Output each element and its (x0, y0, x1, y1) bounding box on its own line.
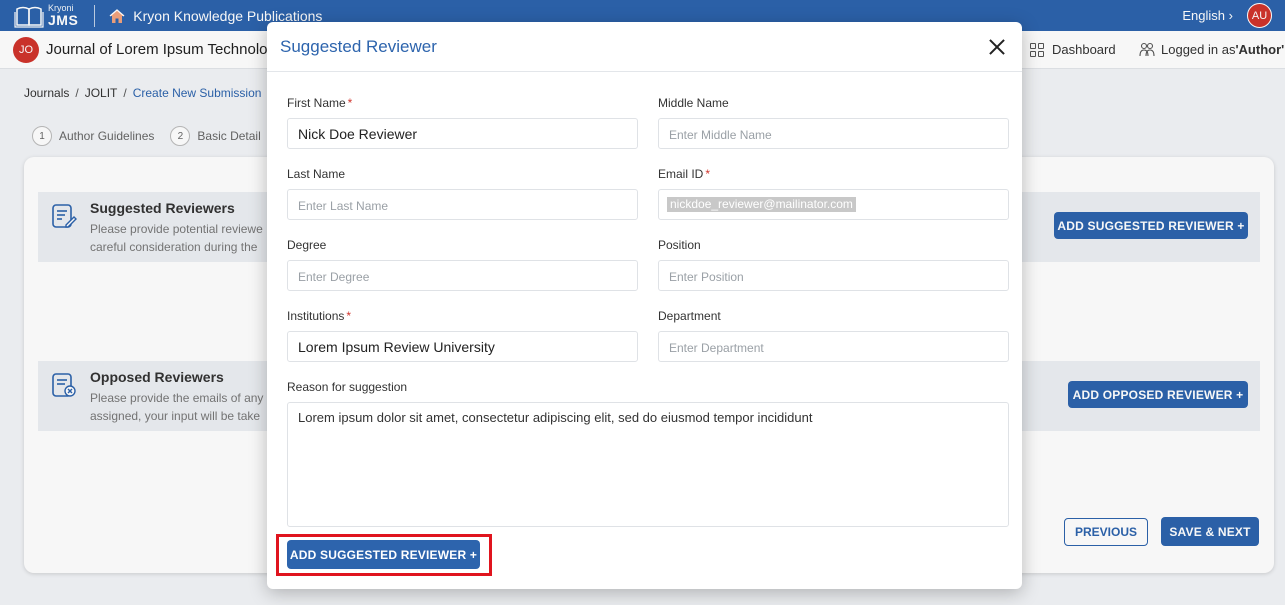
reason-label: Reason for suggestion (287, 380, 408, 394)
label-text: Email ID (658, 167, 704, 181)
close-icon[interactable] (988, 38, 1006, 56)
label-text: First Name (287, 96, 346, 110)
submit-suggested-reviewer-button[interactable]: ADD SUGGESTED REVIEWER + (287, 540, 480, 569)
required-marker: * (346, 309, 352, 323)
position-input[interactable] (658, 260, 1009, 291)
position-label: Position (658, 238, 701, 252)
modal-header: Suggested Reviewer (267, 22, 1022, 72)
last-name-input[interactable] (287, 189, 638, 220)
modal-title: Suggested Reviewer (280, 37, 437, 56)
first-name-label: First Name * (287, 96, 352, 110)
last-name-label: Last Name (287, 167, 346, 181)
department-label: Department (658, 309, 721, 323)
degree-input[interactable] (287, 260, 638, 291)
reason-textarea[interactable]: Lorem ipsum dolor sit amet, consectetur … (287, 402, 1009, 527)
suggested-reviewer-modal: Suggested Reviewer First Name* Middle Na… (267, 22, 1022, 589)
institutions-label: Institutions * (287, 309, 351, 323)
middle-name-label: Middle Name (658, 96, 729, 110)
first-name-input[interactable] (287, 118, 638, 149)
department-input[interactable] (658, 331, 1009, 362)
degree-label: Degree (287, 238, 327, 252)
institutions-input[interactable] (287, 331, 638, 362)
label-text: Institutions (287, 309, 345, 323)
middle-name-input[interactable] (658, 118, 1009, 149)
required-marker: * (347, 96, 353, 110)
email-input[interactable] (658, 189, 1009, 220)
required-marker: * (705, 167, 711, 181)
email-label: Email ID * (658, 167, 710, 181)
